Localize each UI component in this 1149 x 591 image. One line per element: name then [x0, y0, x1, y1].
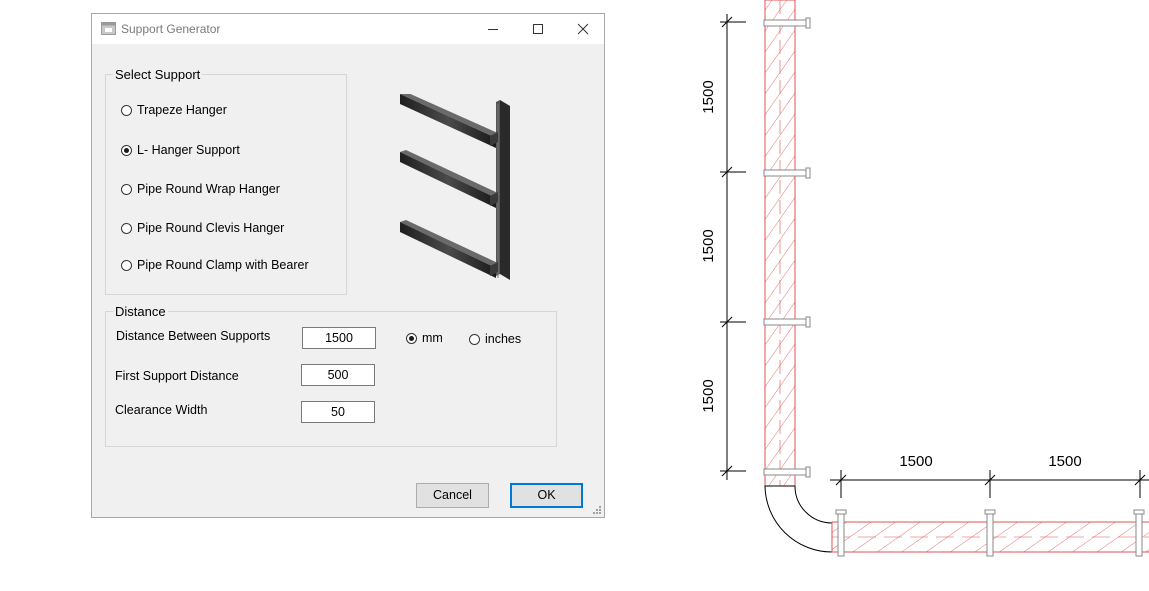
select-support-group: Select Support Trapeze Hanger L- Hanger … — [105, 67, 347, 295]
radio-button[interactable] — [121, 259, 132, 271]
resize-grip-icon[interactable] — [592, 505, 602, 515]
unit-inches-option[interactable]: inches — [469, 331, 521, 347]
horizontal-dim-label: 1500 — [1048, 453, 1081, 470]
pipe-support-drawing: 1500 1500 1500 1500 1500 — [700, 0, 1149, 557]
support-generator-window: Support Generator Select Support Trapeze… — [91, 13, 605, 518]
close-icon — [577, 23, 589, 35]
window-title: Support Generator — [121, 22, 221, 36]
distance-between-supports-label: Distance Between Supports — [116, 329, 271, 343]
radio-button[interactable] — [121, 222, 132, 234]
unit-label: inches — [485, 332, 522, 346]
title-bar[interactable]: Support Generator — [92, 14, 604, 44]
radio-button[interactable] — [406, 332, 417, 344]
vertical-pipe — [764, 0, 796, 487]
radio-button[interactable] — [121, 104, 132, 116]
vertical-dimension — [720, 14, 746, 480]
unit-label: mm — [422, 331, 443, 345]
option-label: Trapeze Hanger — [137, 103, 227, 117]
radio-button[interactable] — [121, 144, 132, 156]
option-label: Pipe Round Clamp with Bearer — [137, 258, 309, 272]
pipe-elbow — [764, 485, 833, 553]
option-label: Pipe Round Clevis Hanger — [137, 221, 285, 235]
option-pipe-round-clamp-with-bearer[interactable]: Pipe Round Clamp with Bearer — [121, 257, 309, 273]
horizontal-dim-label: 1500 — [899, 453, 932, 470]
distance-between-supports-input[interactable]: 1500 — [302, 327, 376, 349]
option-l-hanger-support[interactable]: L- Hanger Support — [121, 142, 240, 158]
option-label: L- Hanger Support — [137, 143, 240, 157]
app-window-icon — [101, 22, 116, 35]
clearance-width-label: Clearance Width — [115, 403, 208, 417]
minimize-icon — [488, 29, 498, 30]
vertical-dim-label: 1500 — [700, 229, 717, 262]
first-support-distance-label: First Support Distance — [115, 369, 239, 383]
first-support-distance-input[interactable]: 500 — [301, 364, 375, 386]
maximize-button[interactable] — [515, 14, 561, 44]
option-label: Pipe Round Wrap Hanger — [137, 182, 280, 196]
unit-mm-option[interactable]: mm — [406, 330, 443, 346]
option-trapeze-hanger[interactable]: Trapeze Hanger — [121, 102, 227, 118]
radio-button[interactable] — [469, 333, 480, 345]
cancel-button[interactable]: Cancel — [416, 483, 489, 508]
vertical-dim-label: 1500 — [700, 379, 717, 412]
distance-title: Distance — [113, 304, 168, 319]
close-button[interactable] — [560, 14, 606, 44]
option-pipe-round-wrap-hanger[interactable]: Pipe Round Wrap Hanger — [121, 181, 280, 197]
l-hanger-support-preview — [400, 94, 510, 280]
clearance-width-input[interactable]: 50 — [301, 401, 375, 423]
ok-button[interactable]: OK — [510, 483, 583, 508]
select-support-title: Select Support — [113, 67, 203, 82]
horizontal-dimension — [830, 470, 1149, 498]
vertical-dim-label: 1500 — [700, 80, 717, 113]
option-pipe-round-clevis-hanger[interactable]: Pipe Round Clevis Hanger — [121, 220, 284, 236]
minimize-button[interactable] — [470, 14, 516, 44]
maximize-icon — [533, 24, 543, 34]
radio-button[interactable] — [121, 183, 132, 195]
